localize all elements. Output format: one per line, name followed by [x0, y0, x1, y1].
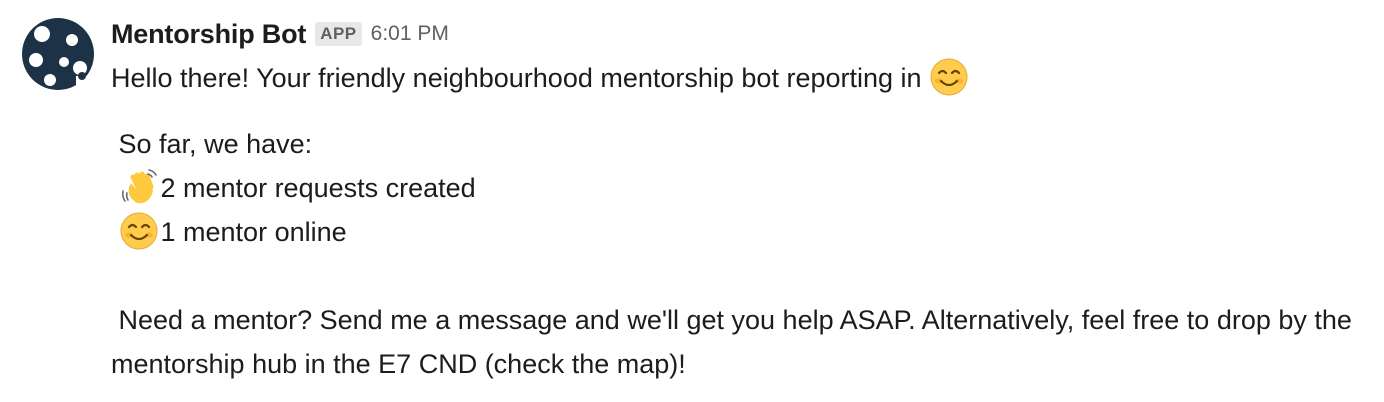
message-content: Mentorship Bot APP 6:01 PM Hello there! …	[111, 14, 1361, 386]
waving-hand-icon[interactable]	[119, 167, 159, 207]
greeting-text: Hello there! Your friendly neighbourhood…	[111, 63, 922, 93]
bot-avatar[interactable]	[20, 16, 96, 92]
cta-text: Need a mentor? Send me a message and we'…	[111, 305, 1352, 379]
smiling-face-icon[interactable]	[929, 57, 969, 97]
summary-intro: So far, we have:	[111, 122, 1361, 166]
stat-line-requests: 2 mentor requests created	[111, 166, 1361, 210]
summary-intro-text: So far, we have:	[118, 129, 313, 159]
stat-online-text: 1 mentor online	[160, 217, 347, 247]
chat-message: Mentorship Bot APP 6:01 PM Hello there! …	[0, 0, 1384, 402]
message-body: Hello there! Your friendly neighbourhood…	[111, 56, 1361, 386]
stat-requests-text: 2 mentor requests created	[160, 173, 476, 203]
smiling-face-icon[interactable]	[119, 211, 159, 251]
message-timestamp[interactable]: 6:01 PM	[371, 22, 449, 46]
message-header: Mentorship Bot APP 6:01 PM	[111, 14, 1361, 54]
cta-paragraph: Need a mentor? Send me a message and we'…	[111, 298, 1361, 386]
stat-line-online: 1 mentor online	[111, 210, 1361, 254]
sender-name[interactable]: Mentorship Bot	[111, 19, 306, 50]
greeting-line: Hello there! Your friendly neighbourhood…	[111, 56, 1361, 100]
app-badge: APP	[315, 22, 362, 46]
